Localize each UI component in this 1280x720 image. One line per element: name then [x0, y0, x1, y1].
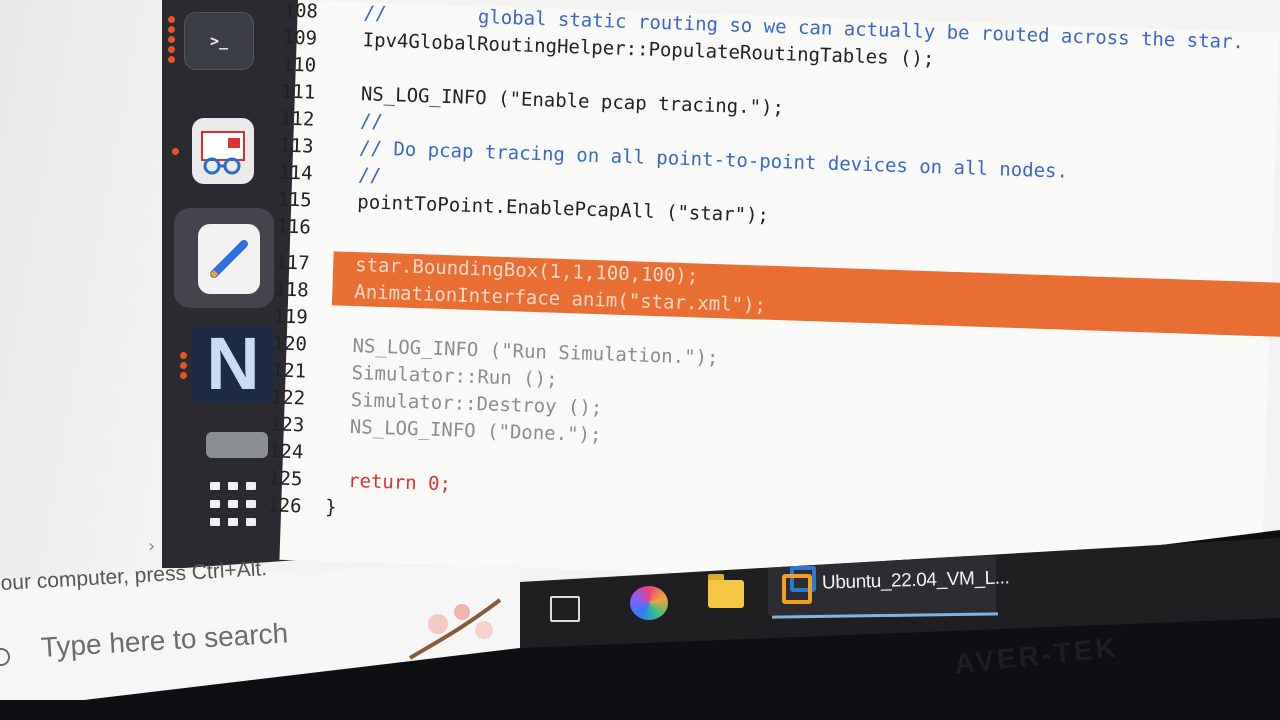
running-indicator [168, 16, 175, 23]
running-indicator [180, 362, 187, 369]
code-line[interactable]: 109 Ipv4GlobalRoutingHelper::PopulateRout… [282, 25, 934, 71]
code-line-selected[interactable]: 118 AnimationInterface anim("star.xml"); [274, 277, 766, 316]
code-line[interactable]: 115 pointToPoint.EnablePcapAll ("star"); [277, 187, 769, 226]
code-line[interactable]: 120 NS_LOG_INFO ("Run Simulation."); [272, 331, 719, 369]
code-line[interactable]: 119 [273, 304, 308, 331]
code-line[interactable]: 122 Simulator::Destroy (); [270, 385, 602, 419]
code-line[interactable]: 124 [269, 439, 304, 466]
text-editor-app-icon[interactable] [198, 224, 260, 294]
terminal-app-icon[interactable]: >_ [184, 12, 254, 70]
netanim-app-icon[interactable]: N [192, 326, 274, 402]
disk-drive-icon[interactable] [206, 432, 268, 458]
running-indicator [180, 372, 187, 379]
flower-branch-icon [408, 598, 502, 660]
image-viewer-app-icon[interactable] [192, 118, 254, 184]
running-indicator [168, 46, 175, 53]
code-editor[interactable]: 108// global static routing so we can ac… [267, 0, 1280, 593]
running-indicator [180, 352, 187, 359]
vmware-task-label: Ubuntu_22.04_VM_L... [821, 567, 1010, 594]
running-indicator [168, 56, 175, 63]
chevron-right-icon[interactable]: › [148, 536, 155, 557]
running-indicator [172, 148, 179, 155]
glasses-icon [201, 131, 245, 175]
task-view-icon[interactable] [550, 596, 580, 622]
code-line[interactable]: 114// [278, 160, 382, 187]
active-window-indicator [771, 612, 999, 619]
vmware-icon-frame [782, 574, 812, 604]
vm-desktop-background [0, 0, 160, 580]
code-line[interactable]: 110 [281, 52, 316, 79]
code-line[interactable]: 126} [267, 493, 337, 520]
copilot-icon[interactable] [630, 586, 668, 620]
code-line[interactable]: 121 Simulator::Run (); [271, 358, 557, 390]
code-line-selected[interactable]: 117 star.BoundingBox(1,1,100,100); [275, 250, 699, 287]
code-line[interactable]: 125 return 0; [268, 466, 452, 495]
text-editor-app-active[interactable] [174, 208, 274, 308]
monitor-brand-logo: AVER-TEK [952, 631, 1121, 680]
pencil-icon [209, 240, 248, 279]
running-indicator [168, 26, 175, 33]
code-line[interactable]: 116 [276, 214, 311, 241]
code-line[interactable]: 112// [280, 106, 384, 133]
code-line[interactable]: 113// Do pcap tracing on all point-to-po… [279, 133, 1069, 182]
show-apps-grid-icon[interactable] [210, 482, 270, 534]
running-indicator [168, 36, 175, 43]
code-line[interactable]: 108// global static routing so we can ac… [283, 0, 1244, 53]
code-line[interactable]: 123 NS_LOG_INFO ("Done."); [270, 412, 602, 446]
code-line[interactable]: 111 NS_LOG_INFO ("Enable pcap tracing."); [281, 79, 785, 119]
file-explorer-icon[interactable] [708, 580, 744, 608]
